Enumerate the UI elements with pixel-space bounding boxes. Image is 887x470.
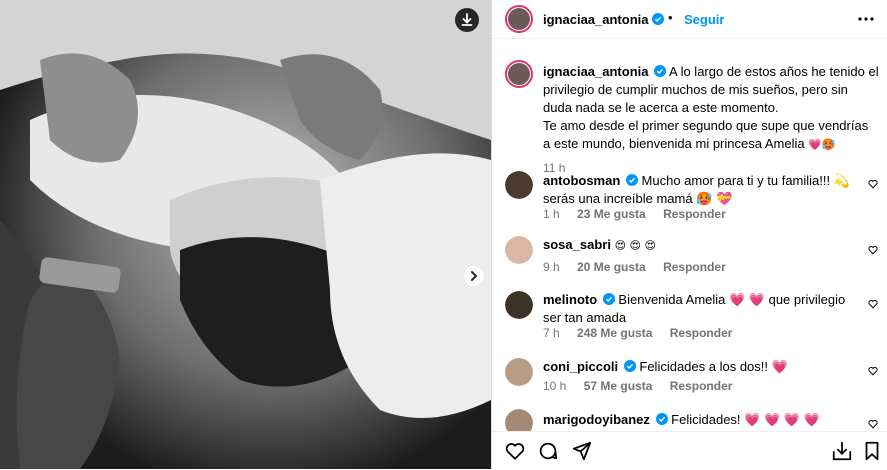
comment-text: melinoto Bienvenida Amelia 💗 💗 que privi…: [543, 291, 863, 327]
comment-likes[interactable]: 20 Me gusta: [577, 260, 646, 274]
comment-text: sosa_sabri 😍 😍 😍: [543, 236, 863, 255]
comment-body: Felicidades! 💗 💗 💗 💗: [671, 412, 820, 427]
like-heart-icon[interactable]: [868, 366, 878, 376]
comment-time: 7 h: [543, 326, 560, 340]
verified-icon: [654, 65, 667, 77]
comment-time: 10 h: [543, 379, 567, 393]
comment-meta: 9 h 20 Me gusta Responder: [543, 260, 740, 274]
bookmark-icon[interactable]: [861, 440, 883, 462]
comment-username[interactable]: melinoto: [543, 292, 597, 307]
download-icon: [461, 13, 473, 26]
comment-avatar[interactable]: [505, 291, 533, 319]
caption-text: ignaciaa_antonia A lo largo de estos año…: [543, 63, 879, 154]
verified-icon: [625, 174, 638, 186]
author-avatar[interactable]: [505, 5, 533, 33]
comment-text: antobosman Mucho amor para ti y tu famil…: [543, 172, 863, 208]
author-username[interactable]: ignaciaa_antonia: [543, 12, 648, 27]
comment-username[interactable]: antobosman: [543, 173, 620, 188]
like-heart-icon[interactable]: [868, 299, 878, 309]
comment-text: marigodoyibanez Felicidades! 💗 💗 💗 💗: [543, 411, 863, 429]
comment-icon[interactable]: [537, 440, 559, 462]
comment-avatar[interactable]: [505, 171, 533, 199]
comments-list[interactable]: ignaciaa_antonia A lo largo de estos año…: [492, 38, 887, 431]
download-button[interactable]: [455, 8, 479, 32]
comment-likes[interactable]: 57 Me gusta: [584, 379, 653, 393]
reply-button[interactable]: Responder: [663, 207, 726, 221]
comment-username[interactable]: sosa_sabri: [543, 237, 611, 252]
comment-meta: 10 h 57 Me gusta Responder: [543, 379, 746, 393]
reply-button[interactable]: Responder: [663, 260, 726, 274]
reply-button[interactable]: Responder: [670, 326, 733, 340]
verified-icon: [602, 293, 615, 305]
comment-username[interactable]: coni_piccoli: [543, 359, 618, 374]
comment-meta: 7 h 248 Me gusta Responder: [543, 326, 746, 340]
caption-avatar[interactable]: [505, 60, 533, 88]
verified-icon: [652, 13, 664, 25]
comment-body: Felicidades a los dos!! 💗: [639, 359, 788, 374]
like-icon[interactable]: [504, 440, 526, 462]
comment-meta: 1 h 23 Me gusta Responder: [543, 207, 740, 221]
comment-time: 9 h: [543, 260, 560, 274]
share-icon[interactable]: [571, 440, 593, 462]
follow-button[interactable]: Seguir: [684, 12, 724, 27]
photo-grayscale: [0, 0, 491, 469]
more-horizontal-icon[interactable]: [856, 9, 876, 29]
caption-emojis: 💗🥵: [808, 138, 836, 151]
comment-body: 😍 😍 😍: [614, 239, 656, 252]
like-heart-icon[interactable]: [868, 245, 878, 255]
comment-avatar[interactable]: [505, 358, 533, 386]
comment-avatar[interactable]: [505, 236, 533, 264]
next-photo-button[interactable]: [464, 266, 484, 286]
like-heart-icon[interactable]: [868, 419, 878, 429]
comment-text: coni_piccoli Felicidades a los dos!! 💗: [543, 358, 863, 376]
comment-username[interactable]: marigodoyibanez: [543, 412, 650, 427]
comment-avatar[interactable]: [505, 409, 533, 431]
post-photo[interactable]: [0, 0, 491, 469]
chevron-right-icon: [471, 271, 478, 281]
verified-icon: [655, 413, 668, 425]
save-to-collection-icon[interactable]: [831, 440, 853, 462]
comment-likes[interactable]: 23 Me gusta: [577, 207, 646, 221]
like-heart-icon[interactable]: [868, 179, 878, 189]
caption-username[interactable]: ignaciaa_antonia: [543, 64, 648, 79]
reply-button[interactable]: Responder: [670, 379, 733, 393]
post-side-panel: ignaciaa_antonia • Seguir ignaciaa_anton…: [491, 0, 887, 469]
comment-likes[interactable]: 248 Me gusta: [577, 326, 652, 340]
post-actions: [492, 431, 887, 470]
separator-dot: •: [668, 10, 673, 25]
comment-time: 1 h: [543, 207, 560, 221]
post-header: ignaciaa_antonia • Seguir: [492, 0, 887, 39]
verified-icon: [623, 360, 636, 372]
